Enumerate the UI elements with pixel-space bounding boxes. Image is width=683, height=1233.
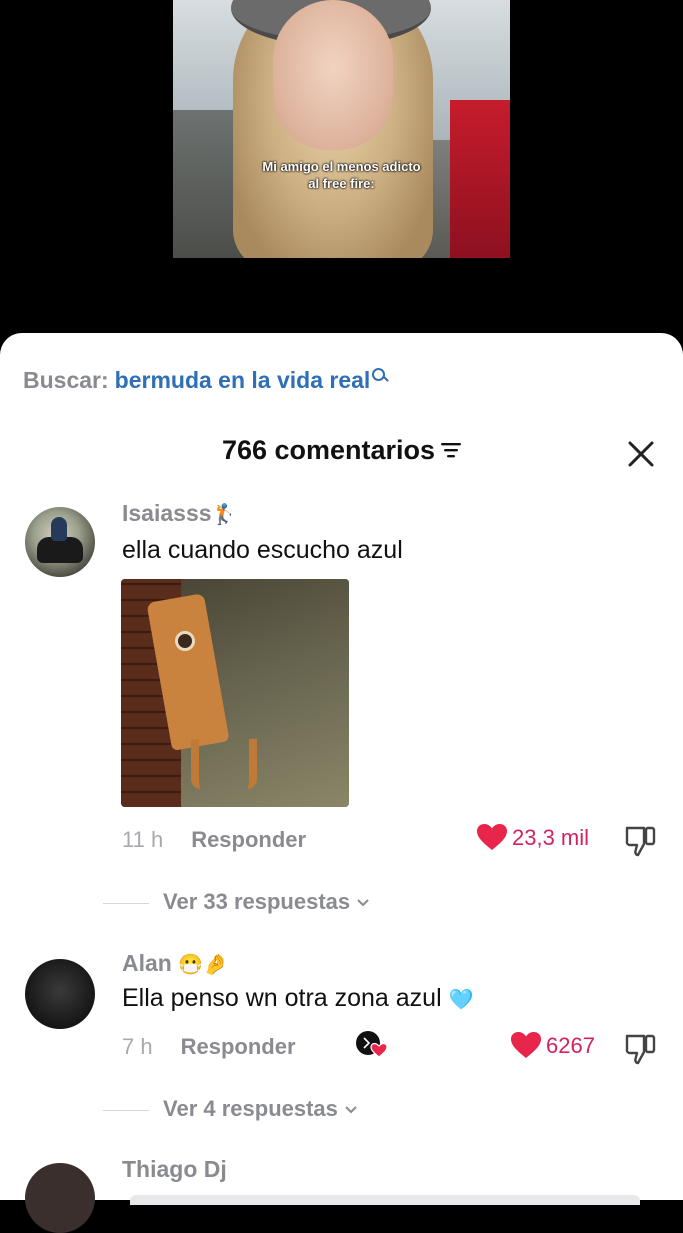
username-text[interactable]: Alan <box>122 950 172 976</box>
chevron-down-icon <box>345 1106 357 1114</box>
avatar[interactable] <box>25 959 95 1029</box>
like-count: 23,3 mil <box>512 825 590 850</box>
reply-button[interactable]: Responder <box>191 827 306 852</box>
video-caption-line2: al free fire: <box>308 176 375 191</box>
dislike-icon[interactable] <box>624 1032 658 1066</box>
sort-icon[interactable] <box>441 442 462 458</box>
comment-meta: 11 h Responder <box>122 827 306 853</box>
comment-meta: 7 h Responder <box>122 1034 296 1060</box>
username-text[interactable]: Thiago Dj <box>122 1156 227 1182</box>
heart-icon[interactable] <box>510 1031 542 1059</box>
video-player[interactable]: Mi amigo el menos adicto al free fire: <box>0 0 683 345</box>
avatar[interactable] <box>25 1163 95 1233</box>
avatar[interactable] <box>25 507 95 577</box>
blue-heart-emoji: 🩵 <box>448 988 474 1011</box>
heart-icon[interactable] <box>476 823 508 851</box>
comment-gif-image[interactable] <box>121 579 349 807</box>
search-suggestion[interactable]: Buscar: bermuda en la vida real <box>23 367 388 394</box>
username-text[interactable]: Isaiasss <box>122 500 212 526</box>
avatar-rider <box>51 517 67 541</box>
video-person-face <box>273 0 393 150</box>
like-count: 6267 <box>546 1033 595 1058</box>
comment-username[interactable]: Thiago Dj <box>122 1156 227 1183</box>
view-replies-label[interactable]: Ver 4 respuestas <box>163 1096 338 1121</box>
comment-username[interactable]: Alan 😷🤌 <box>122 950 228 977</box>
comment-username[interactable]: Isaiasss🏌 <box>122 500 236 527</box>
dislike-icon[interactable] <box>624 824 658 858</box>
golfer-emoji: 🏌 <box>211 504 237 527</box>
like-button[interactable]: 6267 <box>510 1031 595 1061</box>
comment-time: 7 h <box>122 1034 153 1059</box>
comment-time: 11 h <box>122 827 164 852</box>
view-replies-label[interactable]: Ver 33 respuestas <box>163 889 350 914</box>
comments-header: 766 comentarios <box>0 435 683 466</box>
gif-character-legs <box>191 739 257 789</box>
comments-sheet: Buscar: bermuda en la vida real 766 comen… <box>0 333 683 1233</box>
chevron-down-icon <box>357 899 369 907</box>
video-frame[interactable]: Mi amigo el menos adicto al free fire: <box>173 0 510 258</box>
divider-line <box>103 1109 149 1111</box>
creator-liked-icon <box>356 1031 388 1058</box>
reply-button[interactable]: Responder <box>181 1034 296 1059</box>
comment-text: ella cuando escucho azul <box>122 536 403 564</box>
comment-text: Ella penso wn otra zona azul 🩵 <box>122 984 474 1013</box>
search-label: Buscar: <box>23 367 109 393</box>
search-query[interactable]: bermuda en la vida real <box>115 367 371 393</box>
video-caption: Mi amigo el menos adicto al free fire: <box>173 158 510 192</box>
comments-count-title: 766 comentarios <box>221 435 436 465</box>
comment-text-body: Ella penso wn otra zona azul <box>122 984 442 1012</box>
divider-line <box>103 902 149 904</box>
comment-input-bar[interactable] <box>130 1195 640 1205</box>
view-replies-button[interactable]: Ver 4 respuestas <box>103 1096 358 1122</box>
gif-character-eye <box>175 631 195 651</box>
username-emoji: 😷🤌 <box>178 954 229 977</box>
like-button[interactable]: 23,3 mil <box>476 823 590 853</box>
view-replies-button[interactable]: Ver 33 respuestas <box>103 889 370 915</box>
close-icon[interactable] <box>626 439 656 469</box>
search-icon[interactable] <box>372 367 388 383</box>
video-caption-line1: Mi amigo el menos adicto <box>262 159 421 174</box>
